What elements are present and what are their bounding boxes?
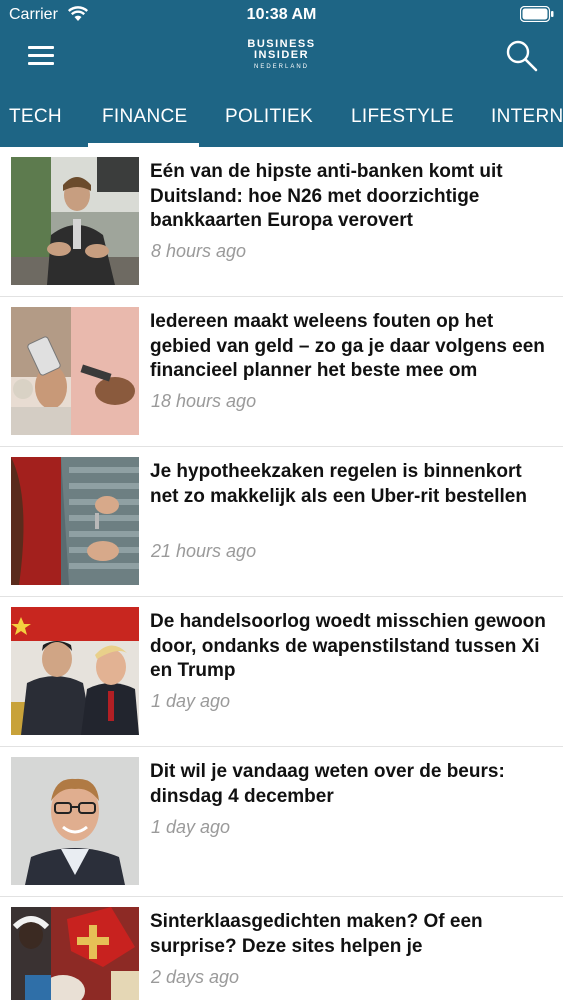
article-headline: Je hypotheekzaken regelen is binnenkort … — [150, 461, 527, 507]
tab-tech[interactable]: TECH — [9, 106, 62, 128]
article-headline: Dit wil je vandaag weten over de beurs: … — [150, 761, 505, 807]
nav-bar: BUSINESS INSIDER NEDERLAND — [0, 30, 563, 88]
article-headline: Eén van de hipste anti-banken komt uit D… — [150, 161, 503, 231]
article-thumbnail — [11, 307, 139, 435]
article-timestamp: 1 day ago — [151, 817, 231, 837]
article-thumbnail — [11, 907, 139, 1000]
tab-finance[interactable]: FINANCE — [102, 106, 188, 128]
business-insider-logo[interactable]: BUSINESS INSIDER NEDERLAND — [0, 39, 563, 73]
article-item[interactable]: Eén van de hipste anti-banken komt uit D… — [0, 147, 563, 297]
logo-line-2: INSIDER — [253, 49, 310, 61]
article-thumbnail — [11, 157, 139, 285]
article-timestamp: 2 days ago — [151, 967, 240, 987]
battery-icon — [520, 6, 554, 22]
article-item[interactable]: Sinterklaasgedichten maken? Of een surpr… — [0, 897, 563, 1000]
tab-lifestyle[interactable]: LIFESTYLE — [351, 106, 454, 128]
article-item[interactable]: Iedereen maakt weleens fouten op het geb… — [0, 297, 563, 447]
article-headline: De handelsoorlog woedt misschien gewoon … — [150, 611, 546, 681]
status-time: 10:38 AM — [246, 6, 317, 23]
article-item[interactable]: De handelsoorlog woedt misschien gewoon … — [0, 597, 563, 747]
tab-politiek[interactable]: POLITIEK — [225, 106, 313, 128]
article-timestamp: 8 hours ago — [151, 241, 247, 261]
app-header: Carrier 10:38 AM BUSINESS INSIDER NEDERL… — [0, 0, 563, 147]
article-headline: Iedereen maakt weleens fouten op het geb… — [150, 311, 545, 381]
article-timestamp: 1 day ago — [151, 691, 231, 711]
article-thumbnail — [11, 607, 139, 735]
tab-internationaal[interactable]: INTERNA — [491, 106, 563, 128]
article-headline: Sinterklaasgedichten maken? Of een surpr… — [150, 911, 483, 957]
article-timestamp: 18 hours ago — [151, 391, 257, 411]
category-tabs: TECH FINANCE POLITIEK LIFESTYLE INTERNA — [0, 88, 563, 147]
article-thumbnail — [11, 757, 139, 885]
logo-line-3: NEDERLAND — [253, 64, 309, 70]
status-bar: Carrier 10:38 AM — [0, 0, 563, 30]
article-item[interactable]: Dit wil je vandaag weten over de beurs: … — [0, 747, 563, 897]
search-icon[interactable] — [505, 39, 539, 73]
article-thumbnail — [11, 457, 139, 585]
article-item[interactable]: Je hypotheekzaken regelen is binnenkort … — [0, 447, 563, 597]
article-timestamp: 21 hours ago — [151, 541, 257, 561]
